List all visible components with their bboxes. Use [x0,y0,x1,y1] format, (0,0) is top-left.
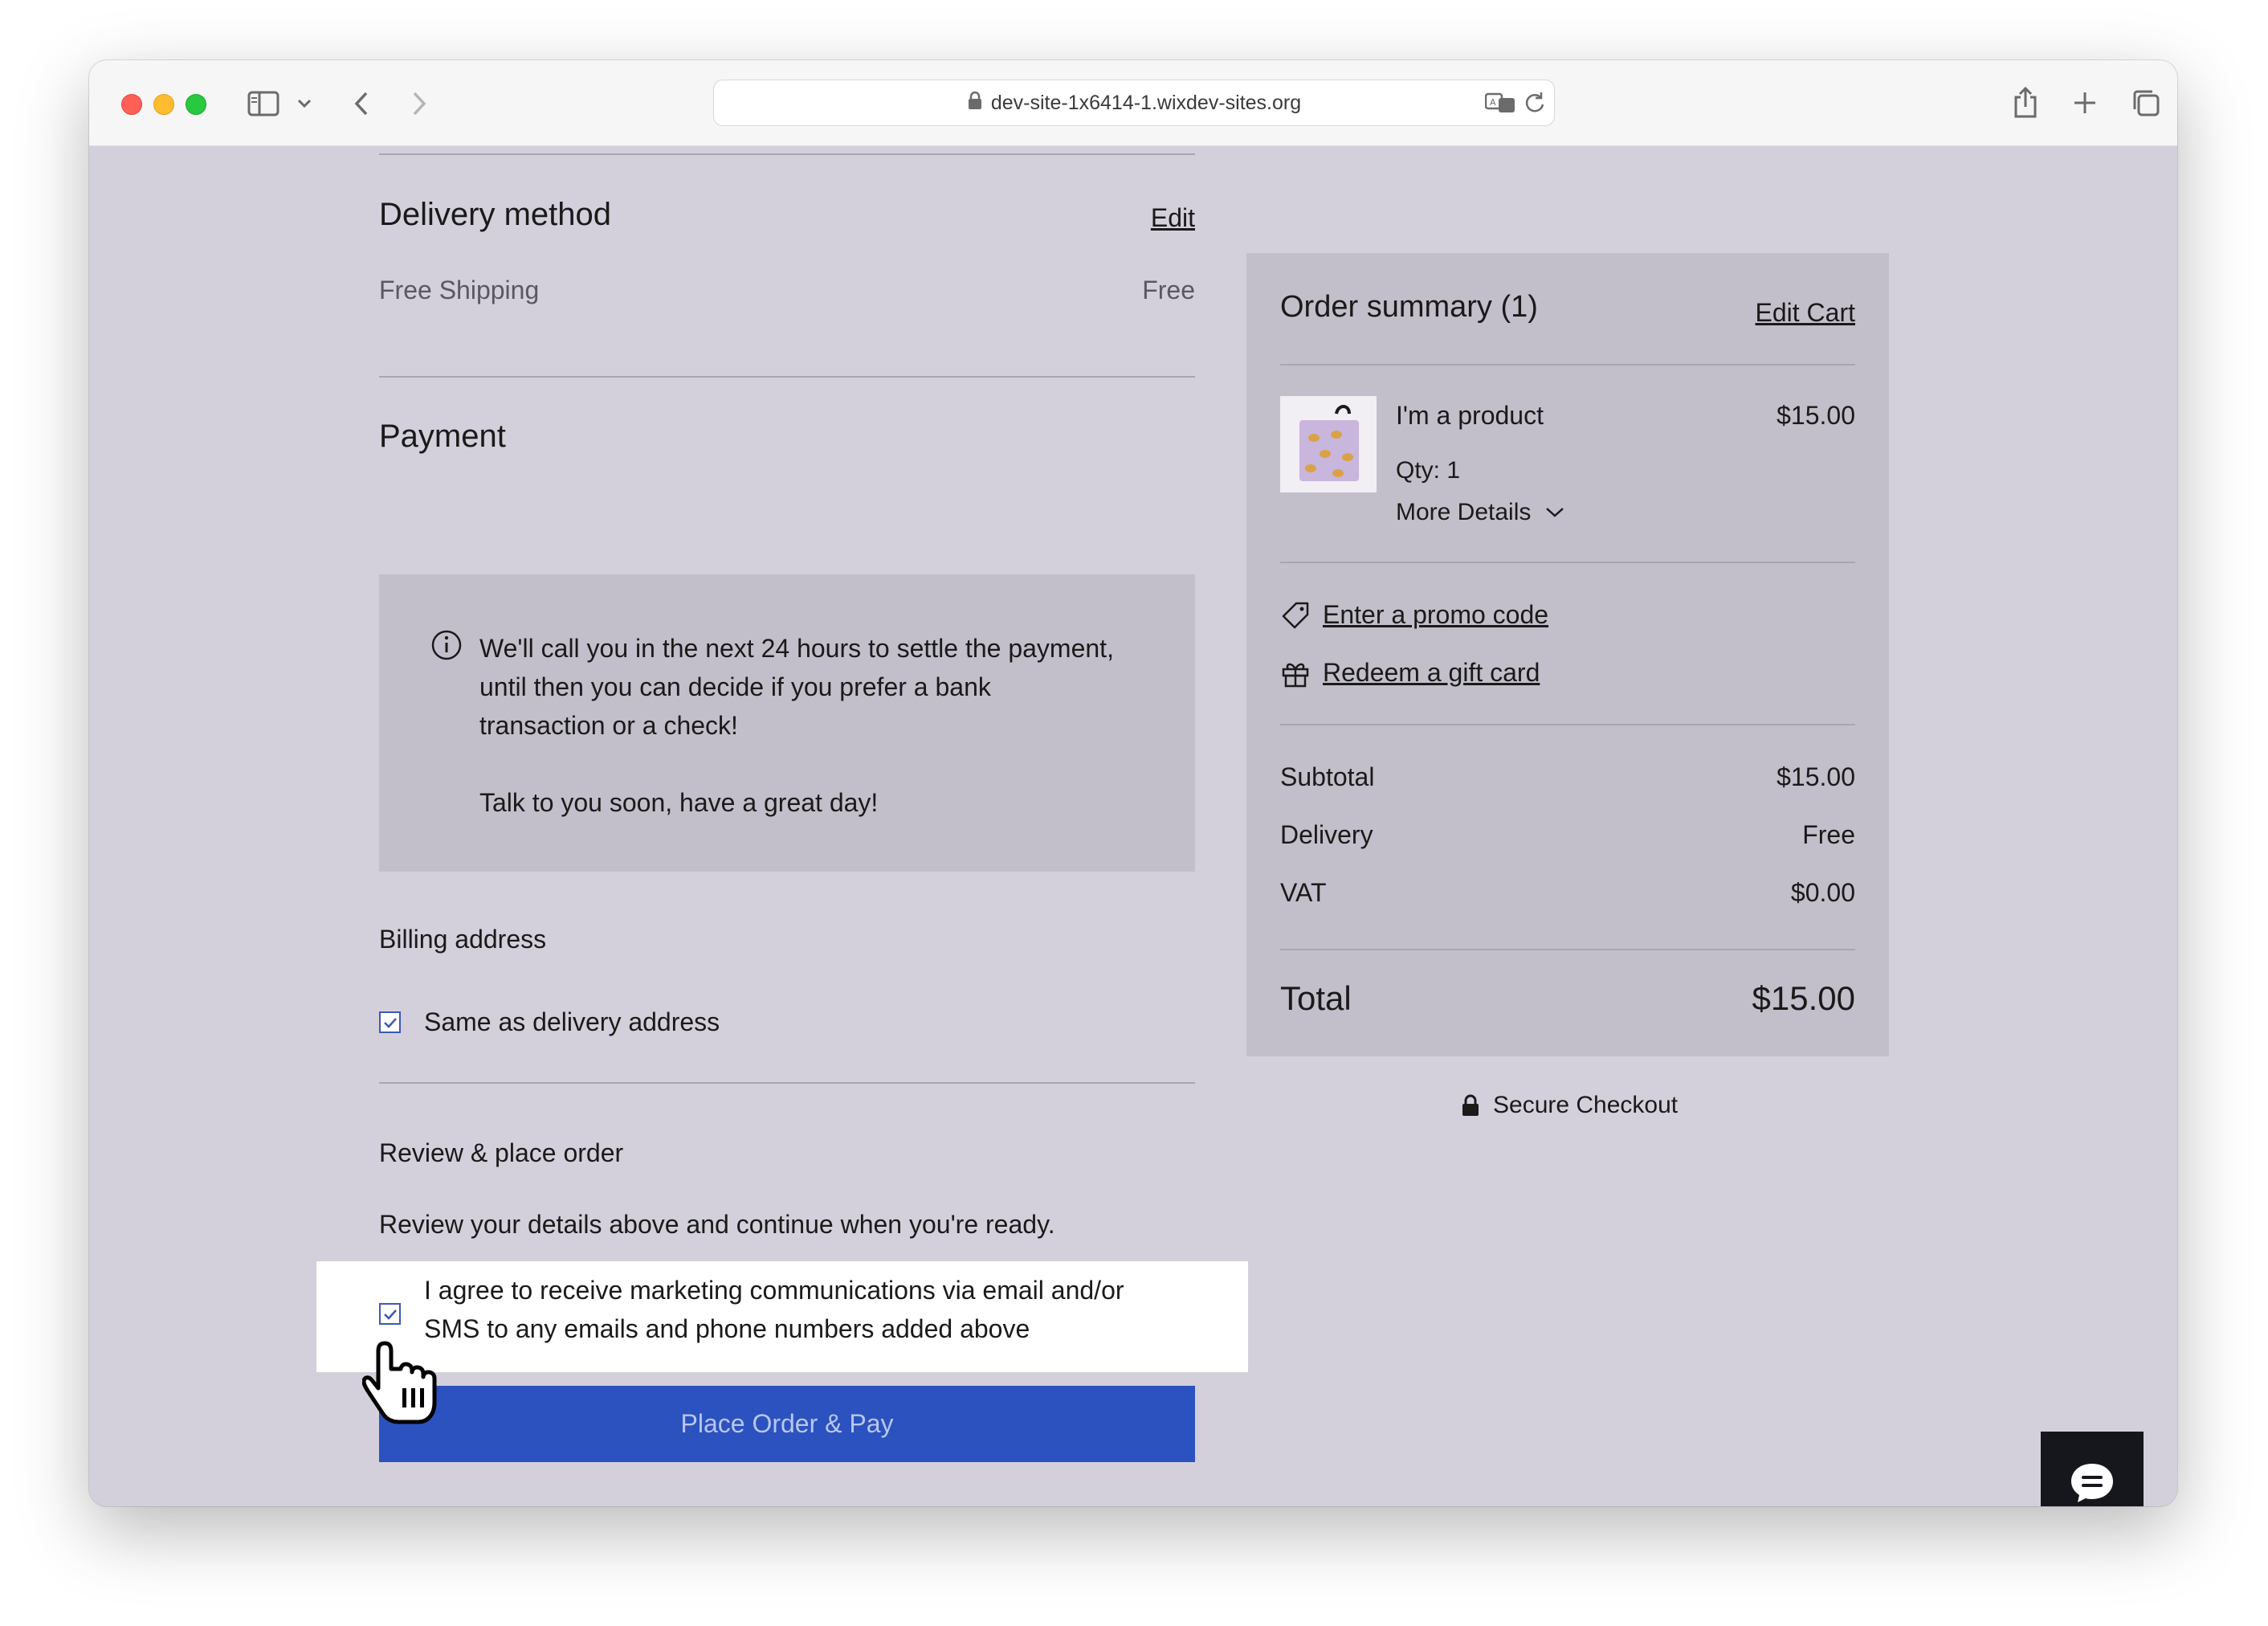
product-name[interactable]: I'm a product [1396,401,1544,431]
subtotal-value: $15.00 [1776,762,1855,791]
marketing-consent-line: I agree to receive marketing communicati… [424,1276,1124,1305]
place-order-button[interactable]: Place Order & Pay [379,1386,1195,1462]
section-divider [1280,949,1855,950]
section-divider [1280,562,1855,563]
delivery-label: Delivery [1280,820,1373,849]
reload-icon[interactable] [1524,90,1546,114]
delivery-value: Free [1802,820,1855,849]
gift-icon [1280,658,1311,692]
vat-value: $0.00 [1790,878,1855,907]
section-divider [1280,724,1855,725]
sidebar-toggle-icon[interactable] [246,88,281,120]
edit-delivery-link[interactable]: Edit [1151,203,1195,233]
back-arrow-icon[interactable] [348,88,375,120]
total-label: Total [1280,979,1352,1017]
payment-title: Payment [379,419,506,454]
more-details-label: More Details [1396,499,1532,525]
marketing-consent-label[interactable]: I agree to receive marketing communicati… [424,1271,1124,1348]
edit-cart-link[interactable]: Edit Cart [1756,298,1855,328]
chat-bubble-icon [2068,1461,2116,1505]
payment-info-line: until then you can decide if you prefer … [479,672,991,701]
minimize-window-button[interactable] [153,94,174,115]
lock-icon [1461,1094,1480,1117]
same-as-delivery-label[interactable]: Same as delivery address [424,1007,720,1037]
tab-overview-icon[interactable] [2129,86,2163,120]
section-divider [379,1082,1195,1084]
payment-info-line: We'll call you in the next 24 hours to s… [479,634,1114,663]
browser-toolbar: dev-site-1x6414-1.wixdev-sites.org A [89,60,2177,146]
product-thumbnail[interactable] [1280,396,1377,492]
secure-checkout-badge: Secure Checkout [1461,1092,1678,1119]
chevron-down-icon [1545,507,1564,518]
review-title: Review & place order [379,1138,624,1167]
forward-arrow-icon[interactable] [406,88,433,120]
payment-info-line: Talk to you soon, have a great day! [479,788,879,817]
secure-checkout-label: Secure Checkout [1493,1092,1679,1118]
section-divider [379,376,1195,378]
checkout-page: Delivery method Edit Free Shipping Free … [89,145,2177,1506]
share-icon[interactable] [2009,84,2042,120]
more-details-toggle[interactable]: More Details [1396,499,1564,526]
delivery-method-title: Delivery method [379,197,612,232]
order-summary-title: Order summary (1) [1280,290,1538,324]
delivery-method-price: Free [1142,276,1195,304]
chat-button[interactable] [2041,1432,2144,1506]
marketing-consent-checkbox[interactable] [379,1303,401,1325]
same-as-delivery-checkbox[interactable] [379,1011,401,1033]
section-divider [1280,364,1855,366]
svg-text:A: A [1490,97,1496,108]
browser-window: dev-site-1x6414-1.wixdev-sites.org A Del… [89,60,2177,1506]
vat-label: VAT [1280,878,1327,907]
marketing-consent-line: SMS to any emails and phone numbers adde… [424,1314,1030,1343]
zoom-window-button[interactable] [186,94,206,115]
payment-info-box: We'll call you in the next 24 hours to s… [379,574,1195,872]
total-value: $15.00 [1752,979,1855,1017]
review-description: Review your details above and continue w… [379,1210,1055,1239]
lock-icon [967,91,983,116]
promo-code-link[interactable]: Enter a promo code [1323,600,1548,630]
delivery-method-name: Free Shipping [379,276,540,304]
chevron-down-icon[interactable] [295,94,314,113]
new-tab-icon[interactable] [2070,88,2100,118]
close-window-button[interactable] [121,94,142,115]
billing-address-title: Billing address [379,925,547,954]
info-icon [430,629,463,665]
url-text: dev-site-1x6414-1.wixdev-sites.org [990,91,1302,114]
section-divider [379,153,1195,155]
payment-info-line: transaction or a check! [479,711,738,740]
subtotal-label: Subtotal [1280,762,1375,791]
tag-icon [1280,600,1311,635]
payment-info-text: We'll call you in the next 24 hours to s… [479,629,1114,822]
hand-cursor-icon [361,1338,443,1431]
translate-icon[interactable]: A [1485,92,1517,114]
order-summary-panel: Order summary (1) Edit Cart I'm a produc… [1246,253,1889,1056]
product-quantity: Qty: 1 [1396,457,1461,484]
product-price: $15.00 [1776,401,1855,430]
address-bar[interactable]: dev-site-1x6414-1.wixdev-sites.org A [713,80,1555,126]
gift-card-link[interactable]: Redeem a gift card [1323,658,1540,688]
